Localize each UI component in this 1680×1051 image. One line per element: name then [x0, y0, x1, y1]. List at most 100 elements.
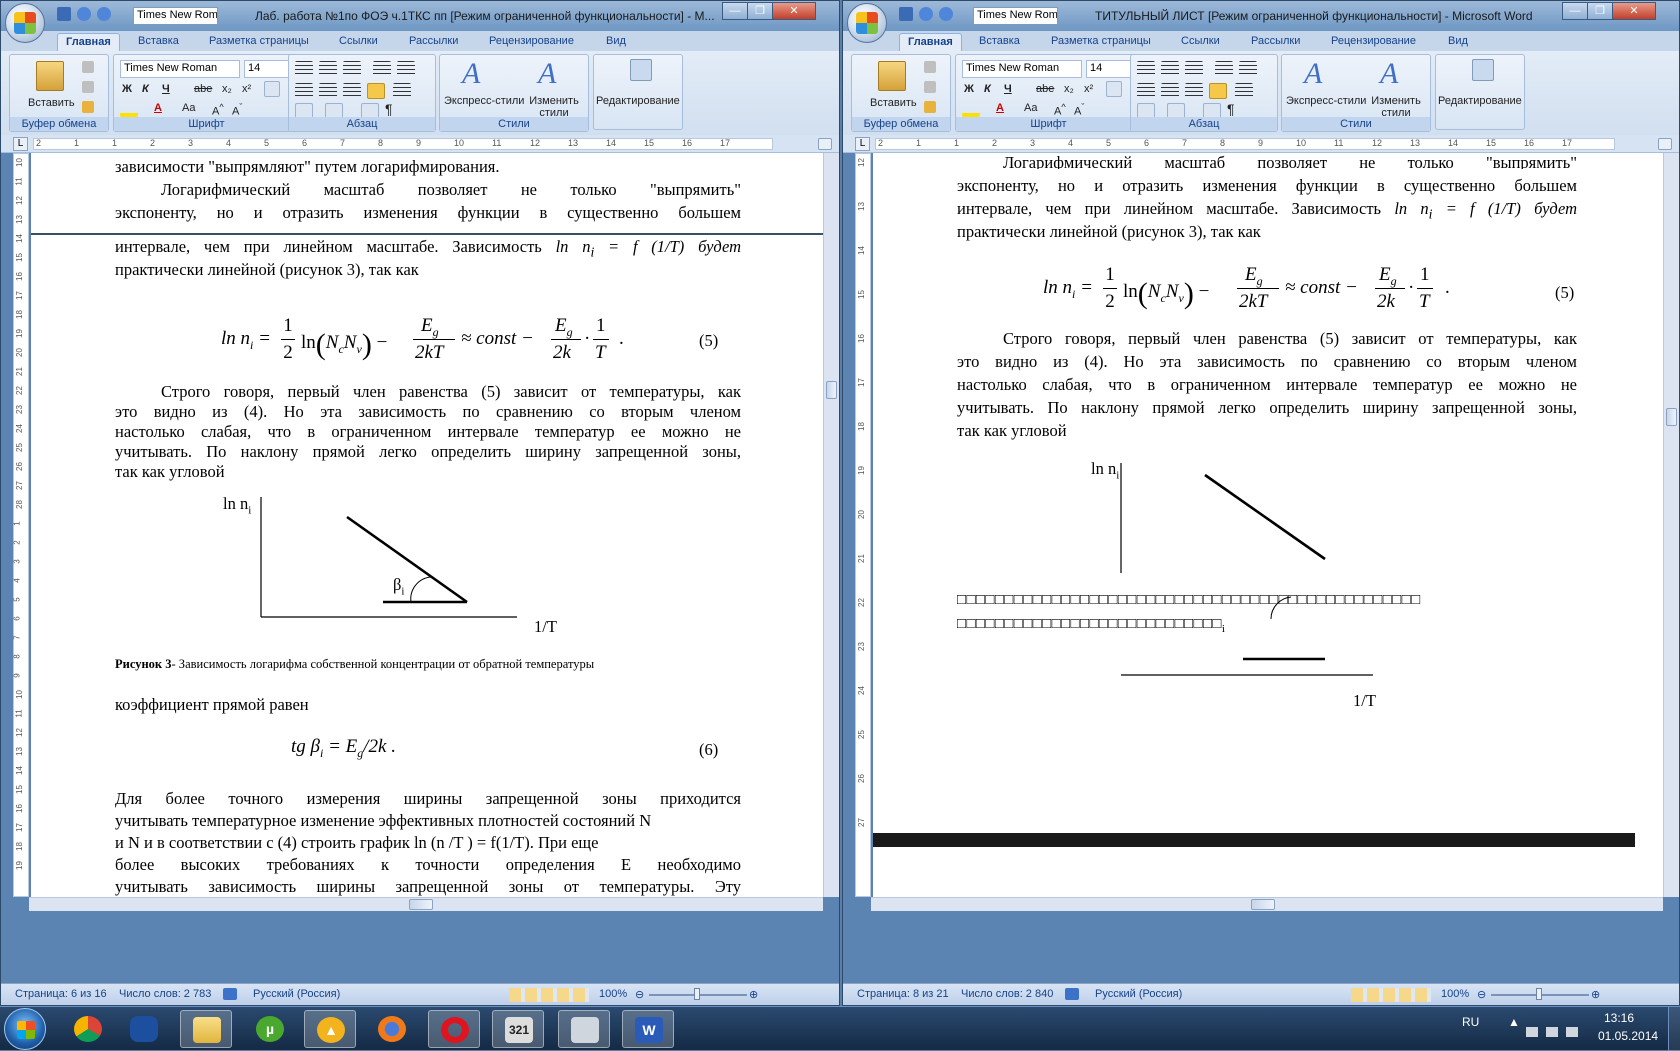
close-button[interactable]: ✕ [772, 2, 816, 20]
shrink-font-button[interactable]: Aˇ [1074, 102, 1084, 118]
superscript-button[interactable]: x² [1084, 83, 1093, 95]
font-name-box[interactable]: Times New Roman [962, 60, 1082, 78]
increase-indent-icon[interactable] [397, 61, 415, 77]
office-button[interactable] [5, 3, 45, 43]
volume-icon[interactable] [1566, 1027, 1578, 1037]
view-ruler-icon[interactable] [1658, 138, 1672, 150]
tab-references[interactable]: Ссылки [1173, 33, 1228, 51]
taskbar-calendar[interactable]: 321 [492, 1010, 544, 1048]
tab-mailings[interactable]: Рассылки [401, 33, 466, 51]
subscript-button[interactable]: x₂ [222, 83, 232, 95]
paste-button[interactable]: Вставить [870, 97, 917, 109]
align-center-icon[interactable] [319, 83, 337, 99]
network-icon[interactable] [1526, 1027, 1538, 1037]
underline-button[interactable]: Ч [162, 83, 170, 95]
numbering-icon[interactable] [319, 61, 337, 77]
editing-button[interactable]: Редактирование [1438, 95, 1522, 107]
clear-format-icon[interactable] [1106, 81, 1122, 97]
taskbar-word[interactable]: W [622, 1010, 674, 1048]
copy-icon[interactable] [924, 81, 936, 93]
strike-button[interactable]: abe [1036, 83, 1054, 95]
page-8[interactable]: Логарифмический масштаб позволяет не тол… [873, 153, 1635, 893]
tab-home[interactable]: Главная [57, 33, 120, 51]
change-case-button[interactable]: Aa [182, 102, 195, 114]
display-icon[interactable] [1546, 1027, 1558, 1037]
scroll-thumb[interactable] [826, 381, 837, 399]
undo-icon[interactable] [919, 7, 933, 21]
paste-icon[interactable] [36, 61, 64, 91]
align-right-icon[interactable] [343, 83, 361, 99]
qat-font-box[interactable]: Times New Roman [973, 7, 1058, 25]
express-styles-icon[interactable]: A [462, 57, 480, 91]
multilevel-icon[interactable] [1185, 61, 1203, 77]
zoom-level[interactable]: 100% [1441, 988, 1469, 1000]
align-left-icon[interactable] [295, 83, 313, 99]
grow-font-button[interactable]: A^ [1054, 102, 1066, 118]
zoom-in-icon[interactable]: ⊕ [1591, 988, 1600, 1001]
horizontal-scrollbar[interactable] [871, 897, 1663, 911]
page-count[interactable]: Страница: 6 из 16 [15, 988, 107, 1000]
font-size-box[interactable]: 14 [244, 60, 294, 78]
maximize-button[interactable]: ❐ [1587, 2, 1613, 20]
language[interactable]: Русский (Россия) [1095, 988, 1182, 1000]
close-button[interactable]: ✕ [1612, 2, 1656, 20]
clock-time[interactable]: 13:16 [1604, 1011, 1634, 1025]
taskbar-opera[interactable] [428, 1010, 480, 1048]
clear-format-icon[interactable] [264, 81, 280, 97]
align-center-icon[interactable] [1161, 83, 1179, 99]
binoculars-icon[interactable] [630, 59, 652, 81]
bold-button[interactable]: Ж [964, 83, 974, 95]
qat-font-box[interactable]: Times New Roman [133, 7, 218, 25]
strike-button[interactable]: abe [194, 83, 212, 95]
language-indicator[interactable]: RU [1462, 1015, 1479, 1029]
minimize-button[interactable]: — [722, 2, 748, 20]
font-color-button[interactable]: A [154, 102, 162, 114]
underline-button[interactable]: Ч [1004, 83, 1012, 95]
align-left-icon[interactable] [1137, 83, 1155, 99]
font-size-box[interactable]: 14 [1086, 60, 1136, 78]
tab-page-layout[interactable]: Разметка страницы [1043, 33, 1159, 51]
editing-button[interactable]: Редактирование [596, 95, 680, 107]
office-button[interactable] [847, 3, 887, 43]
justify-icon[interactable] [1209, 83, 1227, 99]
zoom-slider-thumb[interactable] [1536, 988, 1542, 1000]
maximize-button[interactable]: ❐ [747, 2, 773, 20]
scroll-thumb[interactable] [1666, 408, 1677, 426]
italic-button[interactable]: К [984, 83, 991, 95]
spellcheck-icon[interactable] [1065, 988, 1079, 1000]
align-right-icon[interactable] [1185, 83, 1203, 99]
tab-references[interactable]: Ссылки [331, 33, 386, 51]
zoom-in-icon[interactable]: ⊕ [749, 988, 758, 1001]
format-painter-icon[interactable] [924, 101, 936, 113]
hscroll-thumb[interactable] [409, 899, 433, 910]
highlight-icon[interactable] [962, 103, 980, 117]
increase-indent-icon[interactable] [1239, 61, 1257, 77]
shrink-font-button[interactable]: Aˇ [232, 102, 242, 118]
show-marks-icon[interactable]: ¶ [385, 101, 393, 117]
numbering-icon[interactable] [1161, 61, 1179, 77]
copy-icon[interactable] [82, 81, 94, 93]
show-marks-icon[interactable]: ¶ [1227, 101, 1235, 117]
tab-home[interactable]: Главная [899, 33, 962, 51]
tray-expand-icon[interactable]: ▲ [1508, 1015, 1520, 1029]
view-ruler-icon[interactable] [818, 138, 832, 150]
zoom-out-icon[interactable]: ⊖ [1477, 988, 1486, 1001]
express-styles-icon[interactable]: A [1304, 57, 1322, 91]
express-styles-button[interactable]: Экспресс-стили [1286, 95, 1366, 107]
taskbar-explorer[interactable] [180, 1010, 232, 1048]
hscroll-thumb[interactable] [1251, 899, 1275, 910]
tab-review[interactable]: Рецензирование [1323, 33, 1424, 51]
change-styles-icon[interactable]: A [538, 57, 556, 91]
save-icon[interactable] [899, 7, 913, 21]
taskbar-aimp[interactable]: ▲ [304, 1010, 356, 1048]
express-styles-button[interactable]: Экспресс-стили [444, 95, 524, 107]
font-color-button[interactable]: A [996, 102, 1004, 114]
tab-view[interactable]: Вид [598, 33, 634, 51]
zoom-out-icon[interactable]: ⊖ [635, 988, 644, 1001]
zoom-slider-thumb[interactable] [694, 988, 700, 1000]
save-icon[interactable] [57, 7, 71, 21]
tab-mailings[interactable]: Рассылки [1243, 33, 1308, 51]
vertical-scrollbar[interactable] [1663, 153, 1679, 897]
page-6[interactable]: интервале, чем при линейном масштабе. За… [31, 235, 823, 897]
format-painter-icon[interactable] [82, 101, 94, 113]
